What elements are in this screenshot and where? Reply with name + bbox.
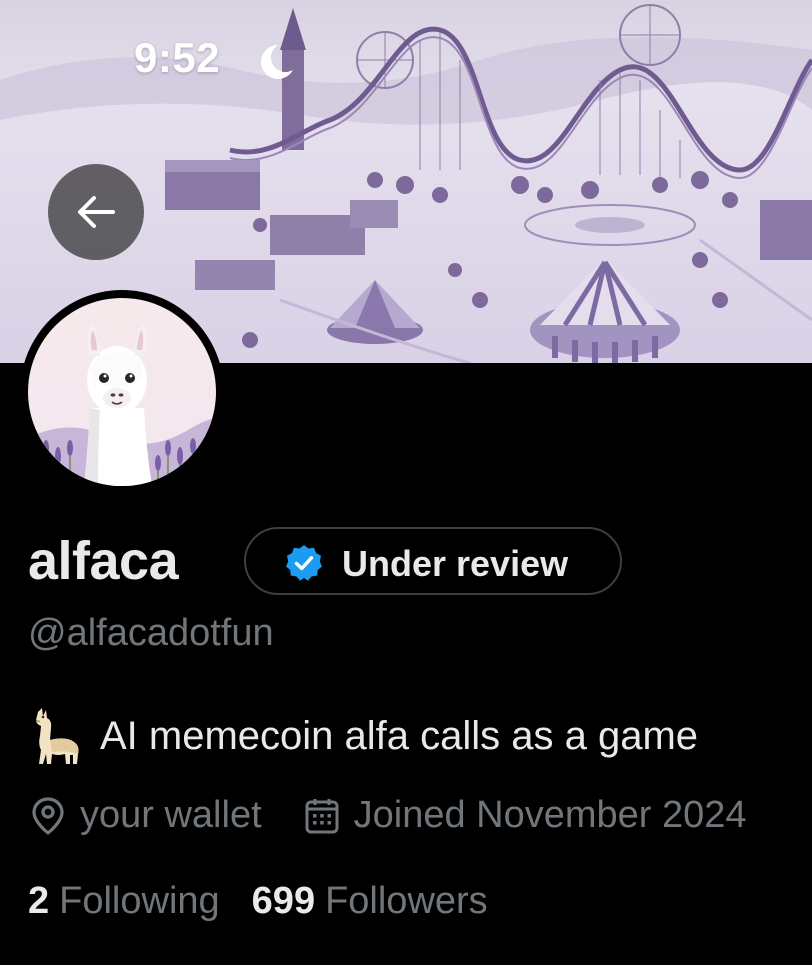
avatar[interactable] [20, 290, 224, 494]
following-link[interactable]: 2 Following [28, 880, 220, 923]
location-pin-icon [32, 796, 64, 835]
followers-link[interactable]: 699 Followers [252, 880, 488, 923]
profile-bio: AI memecoin alfa calls as a game [30, 706, 698, 766]
profile-meta-row: your wallet Joined November 2024 [30, 794, 747, 837]
joined-date: Joined November 2024 [304, 794, 747, 837]
follow-stats: 2 Following 699 Followers [28, 880, 488, 923]
verification-status-label: Under review [342, 543, 569, 584]
status-bar-time: 9:52 [134, 34, 221, 81]
verification-under-review-badge[interactable]: Under review [244, 527, 622, 595]
following-count: 2 [28, 880, 50, 922]
arrow-left-icon [78, 196, 115, 228]
bio-text: AI memecoin alfa calls as a game [100, 713, 699, 758]
back-button[interactable] [48, 164, 144, 260]
crescent-moon-icon [261, 45, 293, 79]
calendar-icon [305, 798, 339, 833]
followers-label: Followers [325, 880, 488, 922]
display-name: alfaca [28, 531, 179, 591]
following-label: Following [59, 880, 220, 922]
verified-badge-icon [286, 545, 322, 581]
location: your wallet [30, 794, 262, 837]
location-text: your wallet [80, 794, 262, 836]
llama-avatar-image [28, 298, 216, 486]
llama-emoji-icon [35, 708, 79, 764]
joined-text: Joined November 2024 [353, 794, 747, 836]
user-handle: @alfacadotfun [28, 612, 274, 654]
followers-count: 699 [251, 880, 316, 922]
